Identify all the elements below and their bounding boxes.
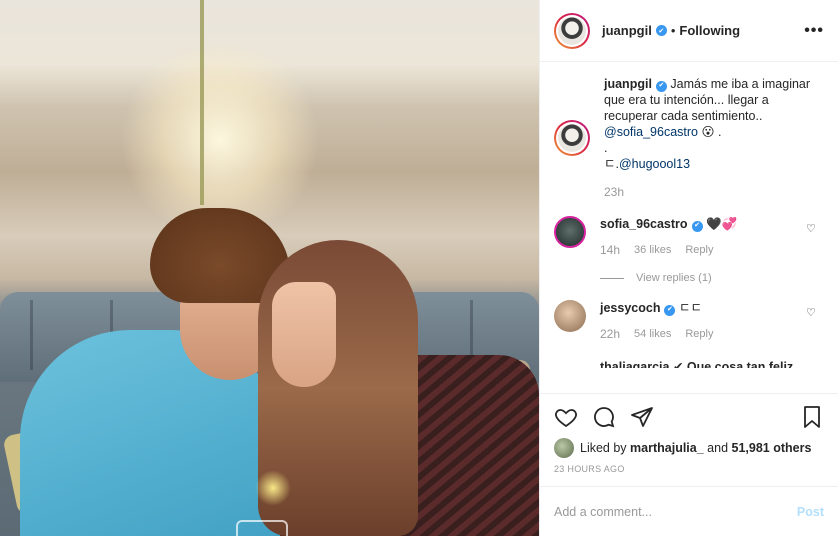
post-timestamp[interactable]: 23 HOURS AGO — [554, 464, 824, 474]
comments-list[interactable]: juanpgil ✔ Jamás me iba a imaginar que er… — [540, 62, 838, 393]
verified-icon: ✔ — [655, 25, 667, 36]
avatar[interactable] — [554, 12, 590, 49]
likes-summary[interactable]: Liked by marthajulia_ and 51,981 others — [554, 438, 824, 458]
reply-button[interactable]: Reply — [685, 326, 713, 342]
comment-username[interactable]: sofia_96castro — [600, 217, 688, 231]
caption-prefix: ㄷ. — [604, 157, 619, 171]
comment-username[interactable]: jessycoch — [600, 301, 660, 315]
header-username[interactable]: juanpgil — [602, 23, 652, 38]
instagram-post: juanpgil ✔ • Following ••• juanpgil ✔ Jam… — [0, 0, 838, 536]
reply-button[interactable]: Reply — [685, 242, 713, 258]
comment-meta: 14h 36 likes Reply — [600, 242, 824, 258]
comment-item: jessycoch ✔ ㄷㄷ 22h 54 likes Reply ♡ — [554, 300, 824, 342]
comment-item: sofia_96castro ✔ 🖤💞 14h 36 likes Reply ♡ — [554, 216, 824, 258]
likes-count[interactable]: 51,981 others — [732, 441, 812, 455]
add-comment-bar: Add a comment... Post — [540, 486, 838, 536]
separator-dot: • — [670, 23, 676, 38]
caption-username[interactable]: juanpgil — [604, 77, 652, 91]
caption: juanpgil ✔ Jamás me iba a imaginar que er… — [554, 76, 824, 200]
post-button[interactable]: Post — [797, 505, 824, 519]
comment-text: 🖤💞 — [706, 217, 738, 231]
comment-time[interactable]: 14h — [600, 242, 620, 258]
avatar-inner — [556, 122, 588, 154]
background-pole — [200, 0, 204, 205]
comment-likes[interactable]: 54 likes — [634, 326, 671, 342]
caption-dot: . — [604, 141, 608, 155]
following-button[interactable]: Following — [679, 23, 740, 38]
more-icon[interactable]: ••• — [804, 22, 824, 40]
avatar-image — [558, 16, 586, 45]
woman-face — [272, 282, 336, 387]
comment-time[interactable]: 22h — [600, 326, 620, 342]
mention-link[interactable]: @hugoool13 — [619, 157, 690, 171]
actions-section: Liked by marthajulia_ and 51,981 others … — [540, 393, 838, 474]
heart-icon[interactable] — [554, 405, 578, 429]
comment-icon[interactable] — [592, 405, 616, 429]
caption-body: juanpgil ✔ Jamás me iba a imaginar que er… — [604, 76, 824, 200]
view-replies-label[interactable]: View replies (1) — [636, 272, 712, 284]
share-icon[interactable] — [630, 405, 654, 429]
caption-emoji: 😮 . — [701, 125, 722, 139]
comment-text: ㄷㄷ — [678, 301, 702, 315]
cut-off-comment: thaliagarcia ✔ Que cosa tan feliz — [600, 360, 794, 368]
comment-input[interactable]: Add a comment... — [554, 505, 797, 519]
post-photo[interactable] — [0, 0, 539, 536]
likes-middle: and — [707, 441, 729, 455]
verified-icon: ✔ — [655, 80, 667, 92]
avatar-image — [558, 124, 586, 152]
liker-avatar — [554, 438, 574, 458]
post-header: juanpgil ✔ • Following ••• — [540, 0, 838, 62]
comment-likes[interactable]: 36 likes — [634, 242, 671, 258]
comment-meta: 22h 54 likes Reply — [600, 326, 824, 342]
comment-avatar[interactable] — [554, 300, 586, 332]
sofa-seam — [30, 300, 33, 370]
liker-username[interactable]: marthajulia_ — [630, 441, 704, 455]
caption-time[interactable]: 23h — [604, 184, 824, 200]
mention-link[interactable]: @sofia_96castro — [604, 125, 698, 139]
bookmark-icon[interactable] — [800, 405, 824, 429]
view-replies-button[interactable]: View replies (1) — [600, 272, 824, 284]
action-icons — [554, 402, 824, 432]
comment-avatar[interactable] — [554, 216, 586, 248]
likes-prefix: Liked by — [580, 441, 627, 455]
verified-icon: ✔ — [691, 220, 703, 232]
caption-avatar[interactable] — [554, 120, 590, 156]
verified-icon: ✔ — [664, 304, 676, 316]
comment-body: sofia_96castro ✔ 🖤💞 14h 36 likes Reply — [600, 216, 824, 258]
heart-icon[interactable]: ♡ — [806, 222, 818, 235]
lens-glare — [255, 470, 291, 506]
heart-icon[interactable]: ♡ — [806, 306, 818, 319]
divider-line — [600, 277, 624, 279]
post-side-panel: juanpgil ✔ • Following ••• juanpgil ✔ Jam… — [539, 0, 838, 536]
comment-body: jessycoch ✔ ㄷㄷ 22h 54 likes Reply — [600, 300, 824, 342]
avatar-inner — [556, 14, 588, 47]
glass — [236, 520, 288, 536]
